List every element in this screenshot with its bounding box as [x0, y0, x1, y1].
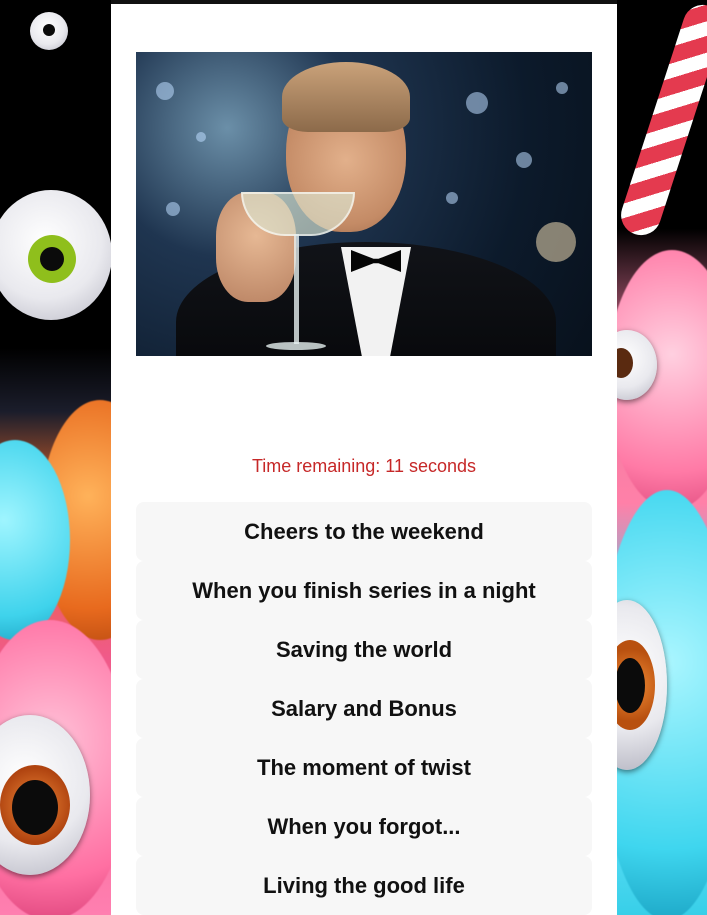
eyeball-icon: [0, 190, 111, 320]
quiz-panel: Time remaining: 11 seconds Cheers to the…: [111, 4, 617, 915]
answer-options-list: Cheers to the weekend When you finish se…: [136, 502, 592, 915]
answer-option-button[interactable]: When you finish series in a night: [136, 561, 592, 620]
answer-option-button[interactable]: When you forgot...: [136, 797, 592, 856]
time-remaining-text: Time remaining: 11 seconds: [251, 456, 477, 476]
eyeball-icon: [30, 12, 68, 50]
background-right-decoration: [617, 0, 707, 915]
answer-option-button[interactable]: Salary and Bonus: [136, 679, 592, 738]
meme-image: [136, 52, 592, 356]
answer-option-button[interactable]: Saving the world: [136, 620, 592, 679]
background-left-decoration: [0, 0, 111, 915]
answer-option-button[interactable]: The moment of twist: [136, 738, 592, 797]
striped-horn-decoration: [617, 0, 707, 241]
answer-option-button[interactable]: Living the good life: [136, 856, 592, 915]
answer-option-button[interactable]: Cheers to the weekend: [136, 502, 592, 561]
